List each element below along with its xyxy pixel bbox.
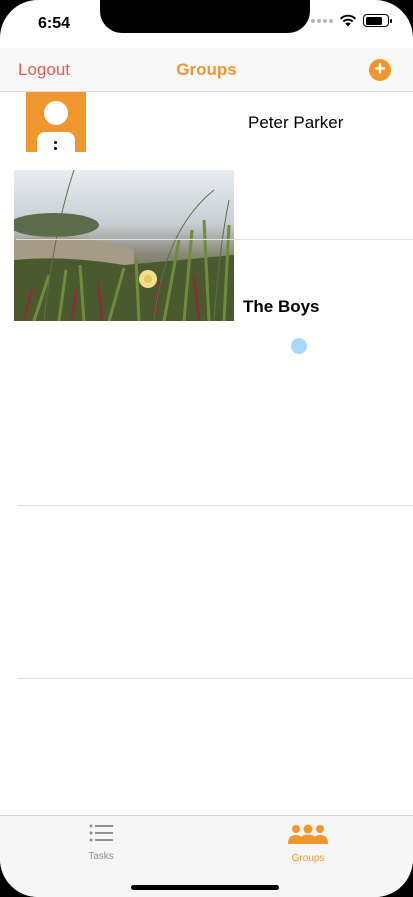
status-icons bbox=[311, 14, 392, 27]
list-item[interactable]: The Boys bbox=[0, 152, 413, 333]
row-divider bbox=[18, 505, 413, 506]
list-item-label: Peter Parker bbox=[248, 113, 344, 132]
home-indicator bbox=[131, 885, 279, 890]
navigation-bar: Logout Groups + bbox=[0, 48, 413, 92]
tab-label: Tasks bbox=[88, 851, 114, 862]
status-time: 6:54 bbox=[38, 15, 71, 32]
list-item-label: The Boys bbox=[243, 297, 320, 316]
group-photo bbox=[14, 170, 234, 321]
wifi-icon bbox=[339, 14, 357, 27]
signal-icon bbox=[311, 18, 333, 23]
row-divider bbox=[16, 239, 413, 240]
tab-tasks[interactable]: Tasks bbox=[41, 824, 161, 862]
battery-icon bbox=[363, 14, 392, 27]
list-item[interactable]: Peter Parker bbox=[0, 92, 413, 152]
tab-label: Groups bbox=[291, 853, 325, 864]
app-screen: 6:54 Logout Groups + Peter Parker The Bo… bbox=[0, 0, 413, 897]
tab-groups[interactable]: Groups bbox=[248, 824, 368, 864]
device-notch bbox=[100, 0, 310, 33]
people-icon bbox=[288, 824, 328, 844]
list-icon bbox=[89, 824, 113, 842]
touch-indicator bbox=[291, 338, 307, 354]
groups-list: Peter Parker The Boys bbox=[0, 92, 413, 333]
row-divider bbox=[18, 678, 413, 679]
person-avatar-icon bbox=[26, 92, 86, 152]
page-title: Groups bbox=[176, 60, 237, 79]
add-group-button[interactable]: + bbox=[369, 59, 391, 81]
